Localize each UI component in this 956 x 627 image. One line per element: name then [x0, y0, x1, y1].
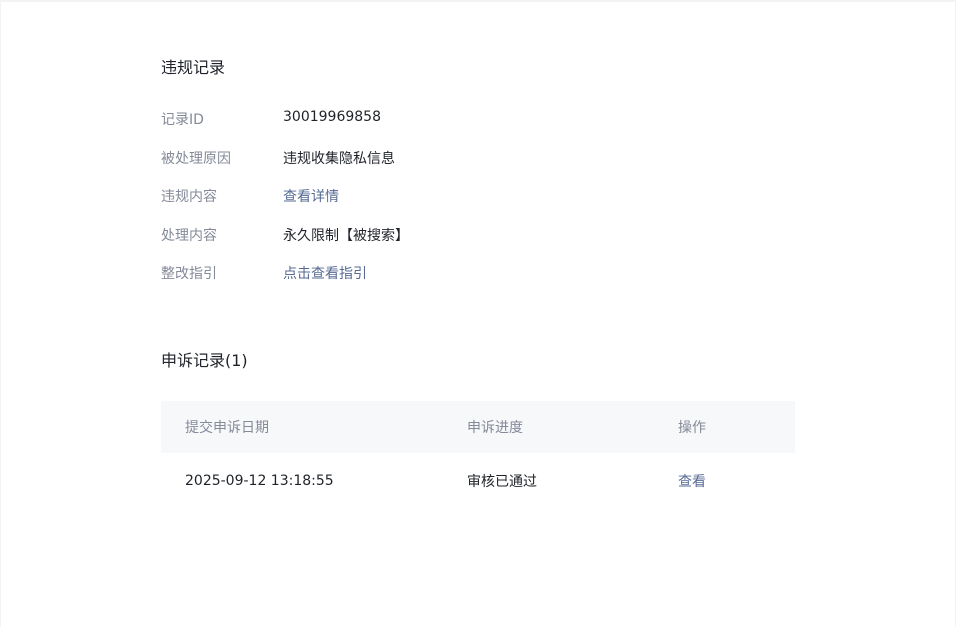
table-row: 2025-09-12 13:18:55 审核已通过 查看 [161, 453, 795, 509]
handled-reason-label: 被处理原因 [161, 151, 231, 167]
appeal-date-cell: 2025-09-12 13:18:55 [185, 473, 334, 489]
record-id-value: 30019969858 [283, 109, 381, 125]
view-guide-link[interactable]: 点击查看指引 [283, 263, 367, 283]
column-header-submit-date: 提交申诉日期 [185, 420, 269, 436]
handling-content-label: 处理内容 [161, 228, 217, 244]
violation-content-label: 违规内容 [161, 189, 217, 205]
appeal-table: 提交申诉日期 申诉进度 操作 2025-09-12 13:18:55 审核已通过… [161, 401, 795, 509]
handled-reason-value: 违规收集隐私信息 [283, 151, 395, 167]
violation-detail-panel: 违规记录 记录ID 30019969858 被处理原因 违规收集隐私信息 违规内… [1, 2, 955, 627]
handling-content-value: 永久限制【被搜索】 [283, 228, 409, 244]
view-appeal-link[interactable]: 查看 [678, 471, 706, 491]
rectification-guide-label: 整改指引 [161, 266, 217, 282]
column-header-progress: 申诉进度 [467, 420, 523, 436]
column-header-action: 操作 [678, 420, 706, 436]
violation-record-title: 违规记录 [161, 58, 226, 77]
appeal-status-cell: 审核已通过 [467, 474, 537, 490]
appeal-table-header: 提交申诉日期 申诉进度 操作 [161, 401, 795, 453]
view-details-link[interactable]: 查看详情 [283, 186, 339, 206]
appeal-record-title: 申诉记录(1) [161, 351, 248, 370]
record-id-label: 记录ID [161, 112, 204, 128]
